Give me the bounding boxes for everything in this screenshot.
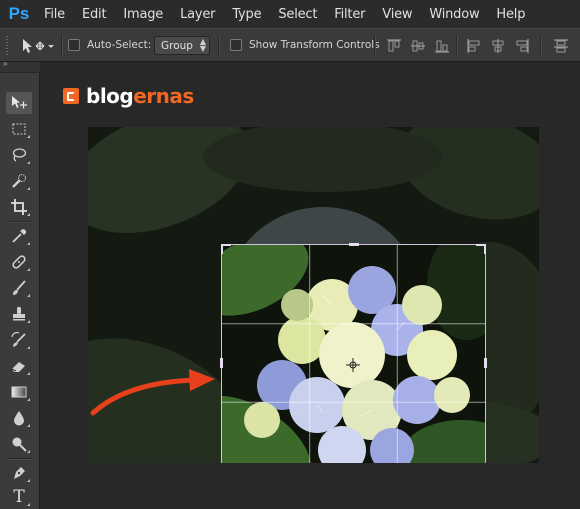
move-icon [23,39,54,53]
history-brush-icon [11,331,26,347]
menu-type[interactable]: Type [232,7,261,22]
brush-tool[interactable] [6,277,32,299]
gradient-icon [11,386,27,398]
menu-select[interactable]: Select [278,7,317,22]
options-grip[interactable] [6,36,8,56]
lasso-icon [12,148,27,162]
eyedropper-icon [12,229,27,243]
clone-stamp-tool[interactable] [6,303,32,325]
brand-watermark: blogernas [63,84,194,108]
tool-preset-picker[interactable] [18,36,58,56]
align-bottom-icon[interactable] [434,38,450,54]
history-brush-tool[interactable] [6,329,32,351]
align-left-icon[interactable] [466,38,482,54]
dropdown-value: Group [161,39,193,52]
quick-selection-tool[interactable] [6,170,32,192]
brand-name-part2: ernas [133,84,194,108]
menu-view[interactable]: View [382,7,412,22]
crop-handle-top-left[interactable] [221,244,223,254]
crop-icon [11,199,27,215]
menu-help[interactable]: Help [496,7,525,22]
crop-handle-right[interactable] [484,358,487,368]
distribute-top-icon[interactable] [553,38,569,54]
separator [6,221,32,223]
menu-filter[interactable]: Filter [334,7,365,22]
lasso-tool[interactable] [6,144,32,166]
show-transform-checkbox[interactable] [230,39,242,51]
eraser-tool[interactable] [6,355,32,377]
brand-name-part1: blog [86,84,134,108]
blogernas-logo-icon [63,88,79,104]
crop-selection[interactable] [221,244,486,463]
separator [456,35,458,57]
separator [218,35,220,57]
pen-tool[interactable] [6,462,32,484]
menu-bar: Ps File Edit Image Layer Type Select Fil… [0,0,580,28]
dodge-tool[interactable] [6,433,32,455]
separator [61,35,63,57]
separator [540,35,542,57]
droplet-icon [14,411,24,426]
separator [6,458,32,460]
type-tool[interactable]: T [6,486,32,508]
auto-select-checkbox[interactable] [68,39,80,51]
menu-window[interactable]: Window [429,7,479,22]
stamp-icon [13,307,25,321]
options-bar: Auto-Select: Group ▲ ▼ Show Transform Con… [0,28,580,62]
blur-tool[interactable] [6,407,32,429]
marquee-tool[interactable] [6,118,32,140]
crop-handle-left[interactable] [220,358,223,368]
move-tool[interactable] [6,92,32,114]
brush-icon [13,280,26,295]
bandage-icon [12,255,26,269]
eyedropper-tool[interactable] [6,225,32,247]
align-horizontal-center-icon[interactable] [490,38,506,54]
align-top-icon[interactable] [386,38,402,54]
chevron-updown-icon: ▲ ▼ [199,37,206,53]
quick-selection-icon [12,174,26,188]
menu-file[interactable]: File [44,7,65,22]
separator [374,35,376,57]
align-right-icon[interactable] [514,38,530,54]
crop-handle-top-right[interactable] [484,244,486,254]
crop-tool[interactable] [6,196,32,218]
type-icon: T [13,487,25,507]
show-transform-label: Show Transform Controls [249,39,380,51]
menu-edit[interactable]: Edit [82,7,107,22]
menu-layer[interactable]: Layer [180,7,215,22]
pen-icon [14,467,25,479]
tools-panel-header[interactable]: » [0,59,40,73]
align-vertical-center-icon[interactable] [410,38,426,54]
document-canvas[interactable]: blogernas [41,62,580,509]
move-icon [12,96,27,109]
annotation-arrow-icon [90,369,215,416]
auto-select-label: Auto-Select: [87,39,152,51]
eraser-icon [11,362,25,372]
healing-brush-tool[interactable] [6,251,32,273]
photoshop-logo[interactable]: Ps [4,3,34,25]
auto-select-target-dropdown[interactable]: Group ▲ ▼ [154,36,210,55]
rectangle-marquee-icon [12,123,26,135]
tools-panel: » T [0,59,40,509]
brand-name: blogernas [86,84,194,108]
gradient-tool[interactable] [6,381,32,403]
dodge-icon [12,437,27,452]
menu-image[interactable]: Image [123,7,163,22]
expand-icon[interactable]: » [3,59,7,68]
crop-handle-top[interactable] [349,243,359,246]
